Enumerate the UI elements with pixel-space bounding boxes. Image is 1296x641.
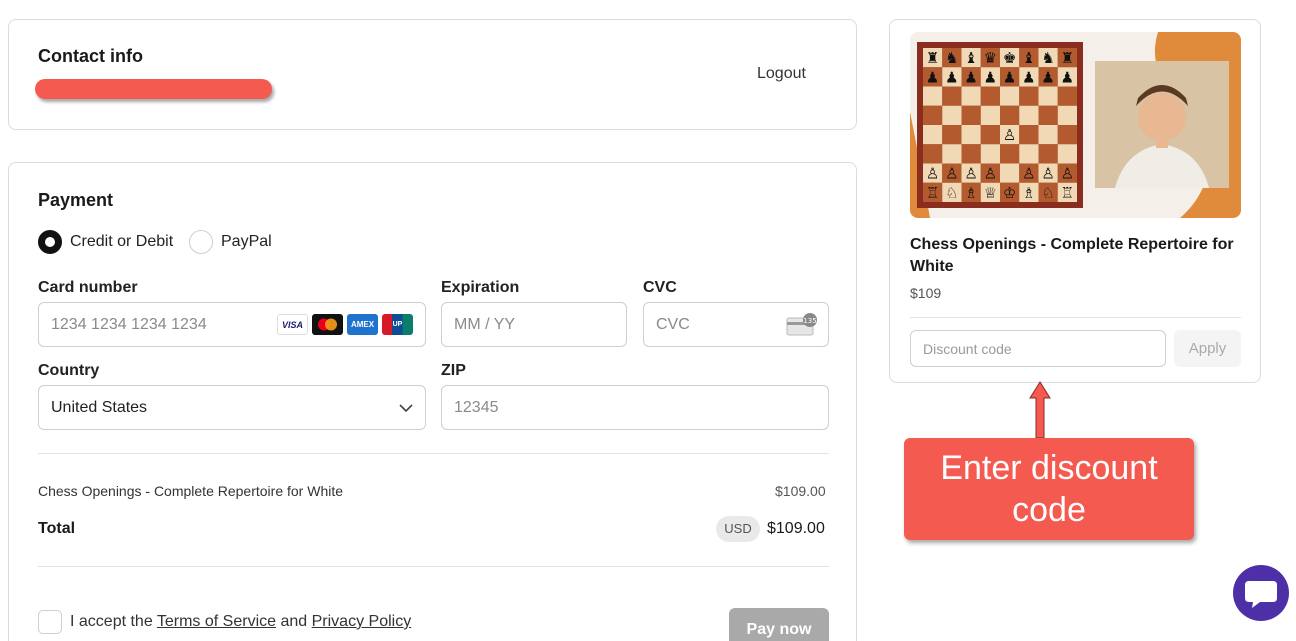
credit-radio[interactable]: [38, 230, 62, 254]
svg-text:♝: ♝: [964, 49, 977, 67]
product-price: $109: [910, 285, 942, 301]
callout-line-1: Enter discount: [940, 449, 1158, 487]
svg-text:♛: ♛: [984, 49, 997, 67]
contact-info-card: Contact info Logout: [8, 19, 857, 130]
accept-prefix: I accept the: [70, 613, 153, 630]
svg-text:♟: ♟: [984, 68, 997, 86]
accept-terms-checkbox[interactable]: [38, 610, 62, 634]
cvc-label: CVC: [643, 279, 677, 296]
svg-text:♖: ♖: [926, 184, 939, 202]
logout-link[interactable]: Logout: [757, 65, 806, 83]
discount-code-input[interactable]: Discount code: [910, 330, 1166, 367]
svg-text:♙: ♙: [964, 165, 977, 183]
total-value: $109.00: [767, 520, 825, 537]
zip-label: ZIP: [441, 362, 466, 379]
product-image: ♜ ♞ ♝ ♛ ♚ ♝ ♞ ♜ ♟ ♟ ♟ ♟ ♟ ♟ ♟ ♟ ♙ ♙ ♙ ♙ ♙ ♙ ♙ ♙ ♖ ♘ ♗ ♕ ♔ ♗ ♘ ♖: [910, 32, 1241, 218]
svg-text:♜: ♜: [1061, 49, 1074, 67]
svg-text:♟: ♟: [1003, 68, 1016, 86]
cvc-card-icon: 135: [786, 313, 817, 336]
summary-divider: [38, 453, 829, 454]
svg-text:♙: ♙: [1022, 165, 1035, 183]
mastercard-icon: [312, 314, 343, 335]
svg-text:♕: ♕: [984, 184, 997, 202]
svg-text:♘: ♘: [945, 184, 958, 202]
svg-text:♖: ♖: [1061, 184, 1074, 202]
country-value: United States: [51, 399, 148, 416]
paypal-radio-label[interactable]: PayPal: [221, 233, 272, 251]
chess-course-illustration: ♜ ♞ ♝ ♛ ♚ ♝ ♞ ♜♟ ♟ ♟ ♟ ♟ ♟ ♟ ♟♙♙ ♙ ♙ ♙ ♙ ♙ ♙♖ ♘ ♗ ♕ ♔ ♗ ♘ ♖: [910, 32, 1241, 218]
terms-of-service-link[interactable]: Terms of Service: [157, 613, 276, 630]
svg-text:♜: ♜: [926, 49, 939, 67]
svg-text:♙: ♙: [1061, 165, 1074, 183]
summary-item-name: Chess Openings - Complete Repertoire for…: [38, 483, 344, 499]
card-number-placeholder: 1234 1234 1234 1234: [51, 316, 207, 333]
card-number-label: Card number: [38, 279, 138, 296]
unionpay-icon: UP: [382, 314, 413, 335]
svg-text:♟: ♟: [1041, 68, 1054, 86]
apply-discount-button[interactable]: Apply: [1174, 330, 1241, 367]
zip-placeholder: 12345: [454, 399, 499, 416]
svg-text:♟: ♟: [1061, 68, 1074, 86]
payment-card: Payment Credit or Debit PayPal Card numb…: [8, 162, 857, 641]
accept-and: and: [280, 613, 308, 630]
discount-callout: Enter discount code: [904, 438, 1194, 540]
expiration-input[interactable]: MM / YY: [441, 302, 627, 347]
paypal-radio[interactable]: [189, 230, 213, 254]
chat-widget-button[interactable]: [1233, 565, 1289, 621]
country-label: Country: [38, 362, 100, 379]
expiration-placeholder: MM / YY: [454, 316, 516, 333]
svg-text:♔: ♔: [1003, 184, 1016, 202]
svg-text:♞: ♞: [945, 49, 958, 67]
svg-text:♗: ♗: [1022, 184, 1035, 202]
svg-text:♙: ♙: [1041, 165, 1054, 183]
svg-text:♟: ♟: [945, 68, 958, 86]
expiration-label: Expiration: [441, 279, 520, 296]
zip-input[interactable]: 12345: [441, 385, 829, 430]
visa-icon: VISA: [277, 314, 308, 335]
cvc-placeholder: CVC: [656, 316, 690, 333]
svg-text:♟: ♟: [1022, 68, 1035, 86]
svg-text:♙: ♙: [926, 165, 939, 183]
total-divider: [38, 566, 829, 567]
svg-text:♙: ♙: [945, 165, 958, 183]
card-number-input[interactable]: 1234 1234 1234 1234 VISA AMEX UP: [38, 302, 426, 347]
country-select[interactable]: United States: [38, 385, 426, 430]
summary-item-price: $109.00: [775, 483, 826, 499]
discount-code-placeholder: Discount code: [923, 341, 1012, 357]
callout-line-2: code: [1012, 491, 1086, 529]
accept-terms-text: I accept the Terms of Service and Privac…: [70, 613, 411, 631]
svg-text:♙: ♙: [984, 165, 997, 183]
cvc-badge: 135: [803, 317, 816, 325]
svg-text:♙: ♙: [1003, 126, 1016, 144]
svg-text:♟: ♟: [926, 68, 939, 86]
svg-text:♞: ♞: [1041, 49, 1054, 67]
total-label: Total: [38, 520, 76, 537]
svg-text:♝: ♝: [1022, 49, 1035, 67]
svg-text:♟: ♟: [964, 68, 977, 86]
svg-text:♗: ♗: [964, 184, 977, 202]
credit-radio-label[interactable]: Credit or Debit: [70, 233, 173, 251]
callout-arrow-icon: [1029, 381, 1051, 439]
product-divider: [910, 317, 1241, 318]
contact-info-title: Contact info: [38, 46, 143, 66]
privacy-policy-link[interactable]: Privacy Policy: [312, 613, 412, 630]
redacted-email: [35, 79, 272, 99]
amex-icon: AMEX: [347, 314, 378, 335]
cvc-input[interactable]: CVC 135: [643, 302, 829, 347]
currency-badge: USD: [716, 516, 760, 542]
product-card: ♜ ♞ ♝ ♛ ♚ ♝ ♞ ♜ ♟ ♟ ♟ ♟ ♟ ♟ ♟ ♟ ♙ ♙ ♙ ♙ ♙ ♙ ♙ ♙ ♖ ♘ ♗ ♕ ♔ ♗ ♘ ♖ Chess O…: [889, 19, 1261, 383]
product-title: Chess Openings - Complete Repertoire for…: [910, 236, 1234, 275]
payment-title: Payment: [38, 190, 114, 210]
svg-text:♚: ♚: [1003, 49, 1016, 67]
chat-bubble-icon: [1245, 581, 1277, 608]
chevron-down-icon: [399, 404, 413, 413]
pay-now-button[interactable]: Pay now: [729, 608, 829, 641]
svg-text:♘: ♘: [1041, 184, 1054, 202]
